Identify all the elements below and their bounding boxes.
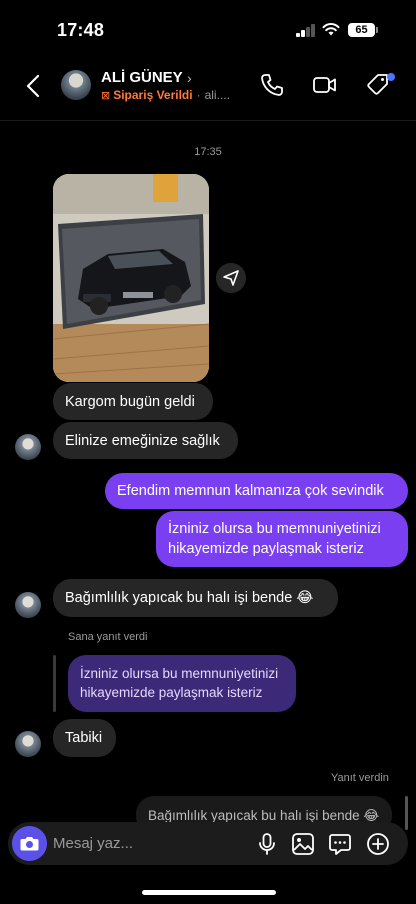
sender-avatar[interactable] [15, 434, 41, 460]
contact-username: ali.... [204, 88, 230, 102]
status-bar: 17:48 65 [0, 0, 416, 58]
order-status: Sipariş Verildi [113, 88, 193, 102]
message-text: Efendim memnun kalmanıza çok sevindik [117, 483, 384, 499]
quote-bar [53, 655, 56, 712]
message-text: Tabiki [65, 730, 103, 746]
message-text: Bağımlılık yapıcak bu halı işi bende 😂 [65, 590, 314, 606]
message-incoming[interactable]: Bağımlılık yapıcak bu halı işi bende 😂 [53, 579, 338, 617]
wifi-icon [322, 23, 340, 36]
sender-avatar[interactable] [15, 592, 41, 618]
message-incoming[interactable]: Elinize emeğinize sağlık [53, 422, 238, 459]
contact-name[interactable]: ALİ GÜNEY [101, 69, 183, 86]
phone-icon[interactable] [259, 72, 285, 98]
header-divider [0, 120, 416, 121]
battery-cap [376, 27, 378, 33]
quoted-text-line: İzniniz olursa bu memnuniyetinizi [80, 666, 279, 681]
signal-icon [296, 24, 316, 37]
quoted-message[interactable]: İzniniz olursa bu memnuniyetinizi hikaye… [68, 655, 296, 712]
message-text: Kargom bugün geldi [65, 393, 195, 410]
quoted-text-line: hikayemizde paylaşmak isteriz [80, 685, 263, 700]
car-rug-photo [53, 174, 209, 382]
status-time: 17:48 [57, 20, 105, 40]
camera-icon[interactable] [12, 826, 47, 861]
battery-icon: 65 [348, 23, 375, 37]
sticker-icon[interactable] [328, 832, 352, 856]
back-icon[interactable] [22, 72, 46, 100]
chat-timestamp: 17:35 [194, 146, 222, 158]
notification-dot [387, 73, 395, 81]
chat-header: ALİ GÜNEY › ⊠ Sipariş Verildi · ali.... [0, 58, 416, 118]
home-indicator [142, 890, 276, 895]
sender-avatar[interactable] [15, 731, 41, 757]
message-input[interactable] [53, 822, 233, 865]
contact-status[interactable]: ⊠ Sipariş Verildi · ali.... [101, 88, 230, 102]
photo-message[interactable] [53, 174, 209, 382]
reply-label: Sana yanıt verdi [68, 631, 148, 643]
chevron-right-icon[interactable]: › [187, 70, 192, 86]
plus-icon[interactable] [366, 832, 390, 856]
message-text: Elinize emeğinize sağlık [65, 432, 220, 449]
message-composer [8, 822, 408, 865]
message-outgoing[interactable]: İzniniz olursa bu memnuniyetinizi hikaye… [156, 511, 408, 567]
message-text-line: hikayemizde paylaşmak isteriz [168, 541, 364, 557]
order-icon: ⊠ [101, 90, 111, 102]
mic-icon[interactable] [255, 832, 279, 856]
message-text-line: İzniniz olursa bu memnuniyetinizi [168, 521, 381, 537]
message-incoming[interactable]: Tabiki [53, 719, 116, 757]
video-icon[interactable] [312, 72, 338, 98]
share-icon[interactable] [216, 263, 246, 293]
scroll-indicator[interactable] [405, 796, 408, 830]
message-incoming[interactable]: Kargom bugün geldi [53, 383, 213, 420]
separator-dot: · [196, 88, 201, 102]
contact-avatar[interactable] [61, 70, 91, 100]
reply-label: Yanıt verdin [331, 772, 389, 784]
gallery-icon[interactable] [291, 832, 315, 856]
message-outgoing[interactable]: Efendim memnun kalmanıza çok sevindik [105, 473, 408, 509]
